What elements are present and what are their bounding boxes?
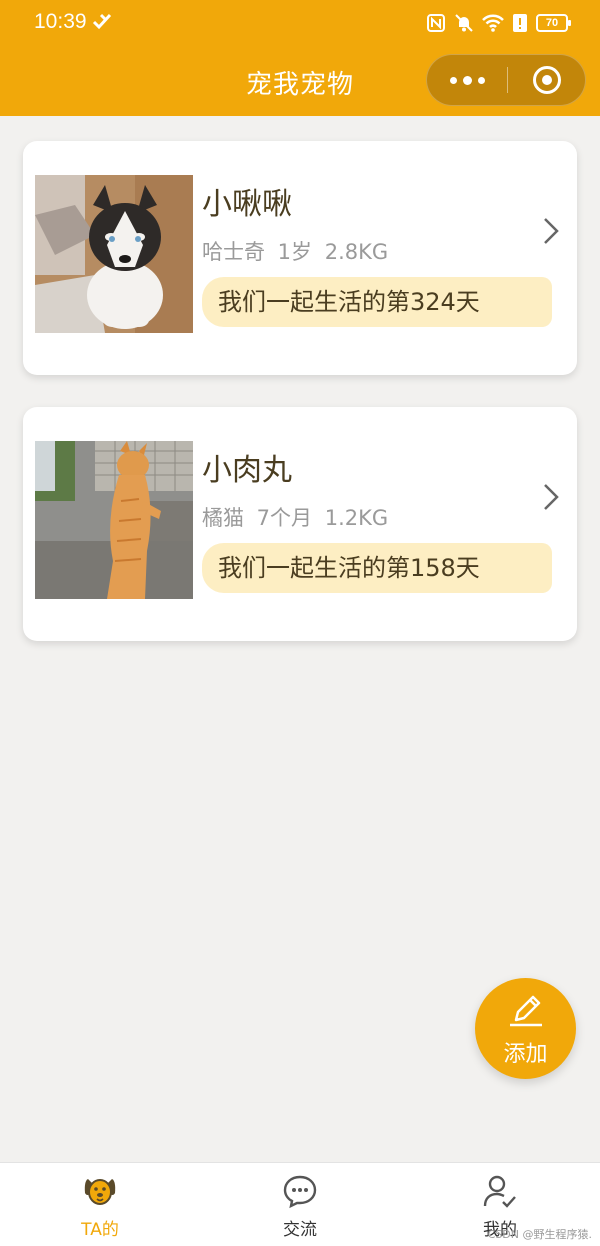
pet-card[interactable]: 小啾啾 哈士奇 1岁 2.8KG 我们一起生活的第324天 <box>23 141 577 375</box>
target-circle-icon <box>533 66 561 94</box>
watermark: CSDN @野生程序猿. <box>487 1228 592 1241</box>
bell-muted-icon <box>455 14 473 32</box>
chat-bubble-icon <box>283 1175 317 1209</box>
signal-check-icon <box>92 13 112 30</box>
pet-days-together: 我们一起生活的第324天 <box>202 277 552 327</box>
dog-face-icon <box>84 1179 116 1205</box>
pencil-icon <box>510 995 542 1027</box>
pet-days-together: 我们一起生活的第158天 <box>202 543 552 593</box>
orange-cat-photo-icon <box>35 441 193 599</box>
header-bar: 10:39 70 宠我宠物 <box>0 0 600 116</box>
sim-alert-icon <box>513 14 527 32</box>
more-dots-icon <box>462 75 472 85</box>
close-button[interactable] <box>507 55 587 105</box>
husky-photo-icon <box>35 175 193 333</box>
user-check-icon <box>483 1175 516 1208</box>
tab-chat[interactable]: 交流 <box>200 1163 400 1246</box>
pet-name: 小啾啾 <box>202 187 292 222</box>
pet-meta: 哈士奇 1岁 2.8KG <box>202 240 389 264</box>
chevron-right-icon <box>544 218 559 244</box>
pet-meta: 橘猫 7个月 1.2KG <box>202 506 389 530</box>
status-icons: 70 <box>426 10 571 36</box>
pet-photo-cat <box>35 441 193 599</box>
mini-program-capsule <box>426 54 586 106</box>
pet-card[interactable]: 小肉丸 橘猫 7个月 1.2KG 我们一起生活的第158天 <box>23 407 577 641</box>
wifi-icon <box>482 14 504 32</box>
add-pet-button[interactable]: 添加 <box>475 978 576 1079</box>
chevron-right-icon <box>544 484 559 510</box>
more-dots-icon <box>477 76 485 84</box>
pet-name: 小肉丸 <box>202 453 292 488</box>
more-dots-icon <box>449 76 457 84</box>
tab-label: TA的 <box>81 1220 119 1240</box>
more-button[interactable] <box>427 55 507 105</box>
tab-ta[interactable]: TA的 <box>0 1163 200 1246</box>
pet-photo-husky <box>35 175 193 333</box>
battery-indicator: 70 <box>536 14 571 32</box>
tab-label: 交流 <box>283 1220 317 1240</box>
nfc-icon <box>427 14 445 32</box>
add-button-label: 添加 <box>503 1042 548 1067</box>
status-time: 10:39 <box>34 10 87 33</box>
